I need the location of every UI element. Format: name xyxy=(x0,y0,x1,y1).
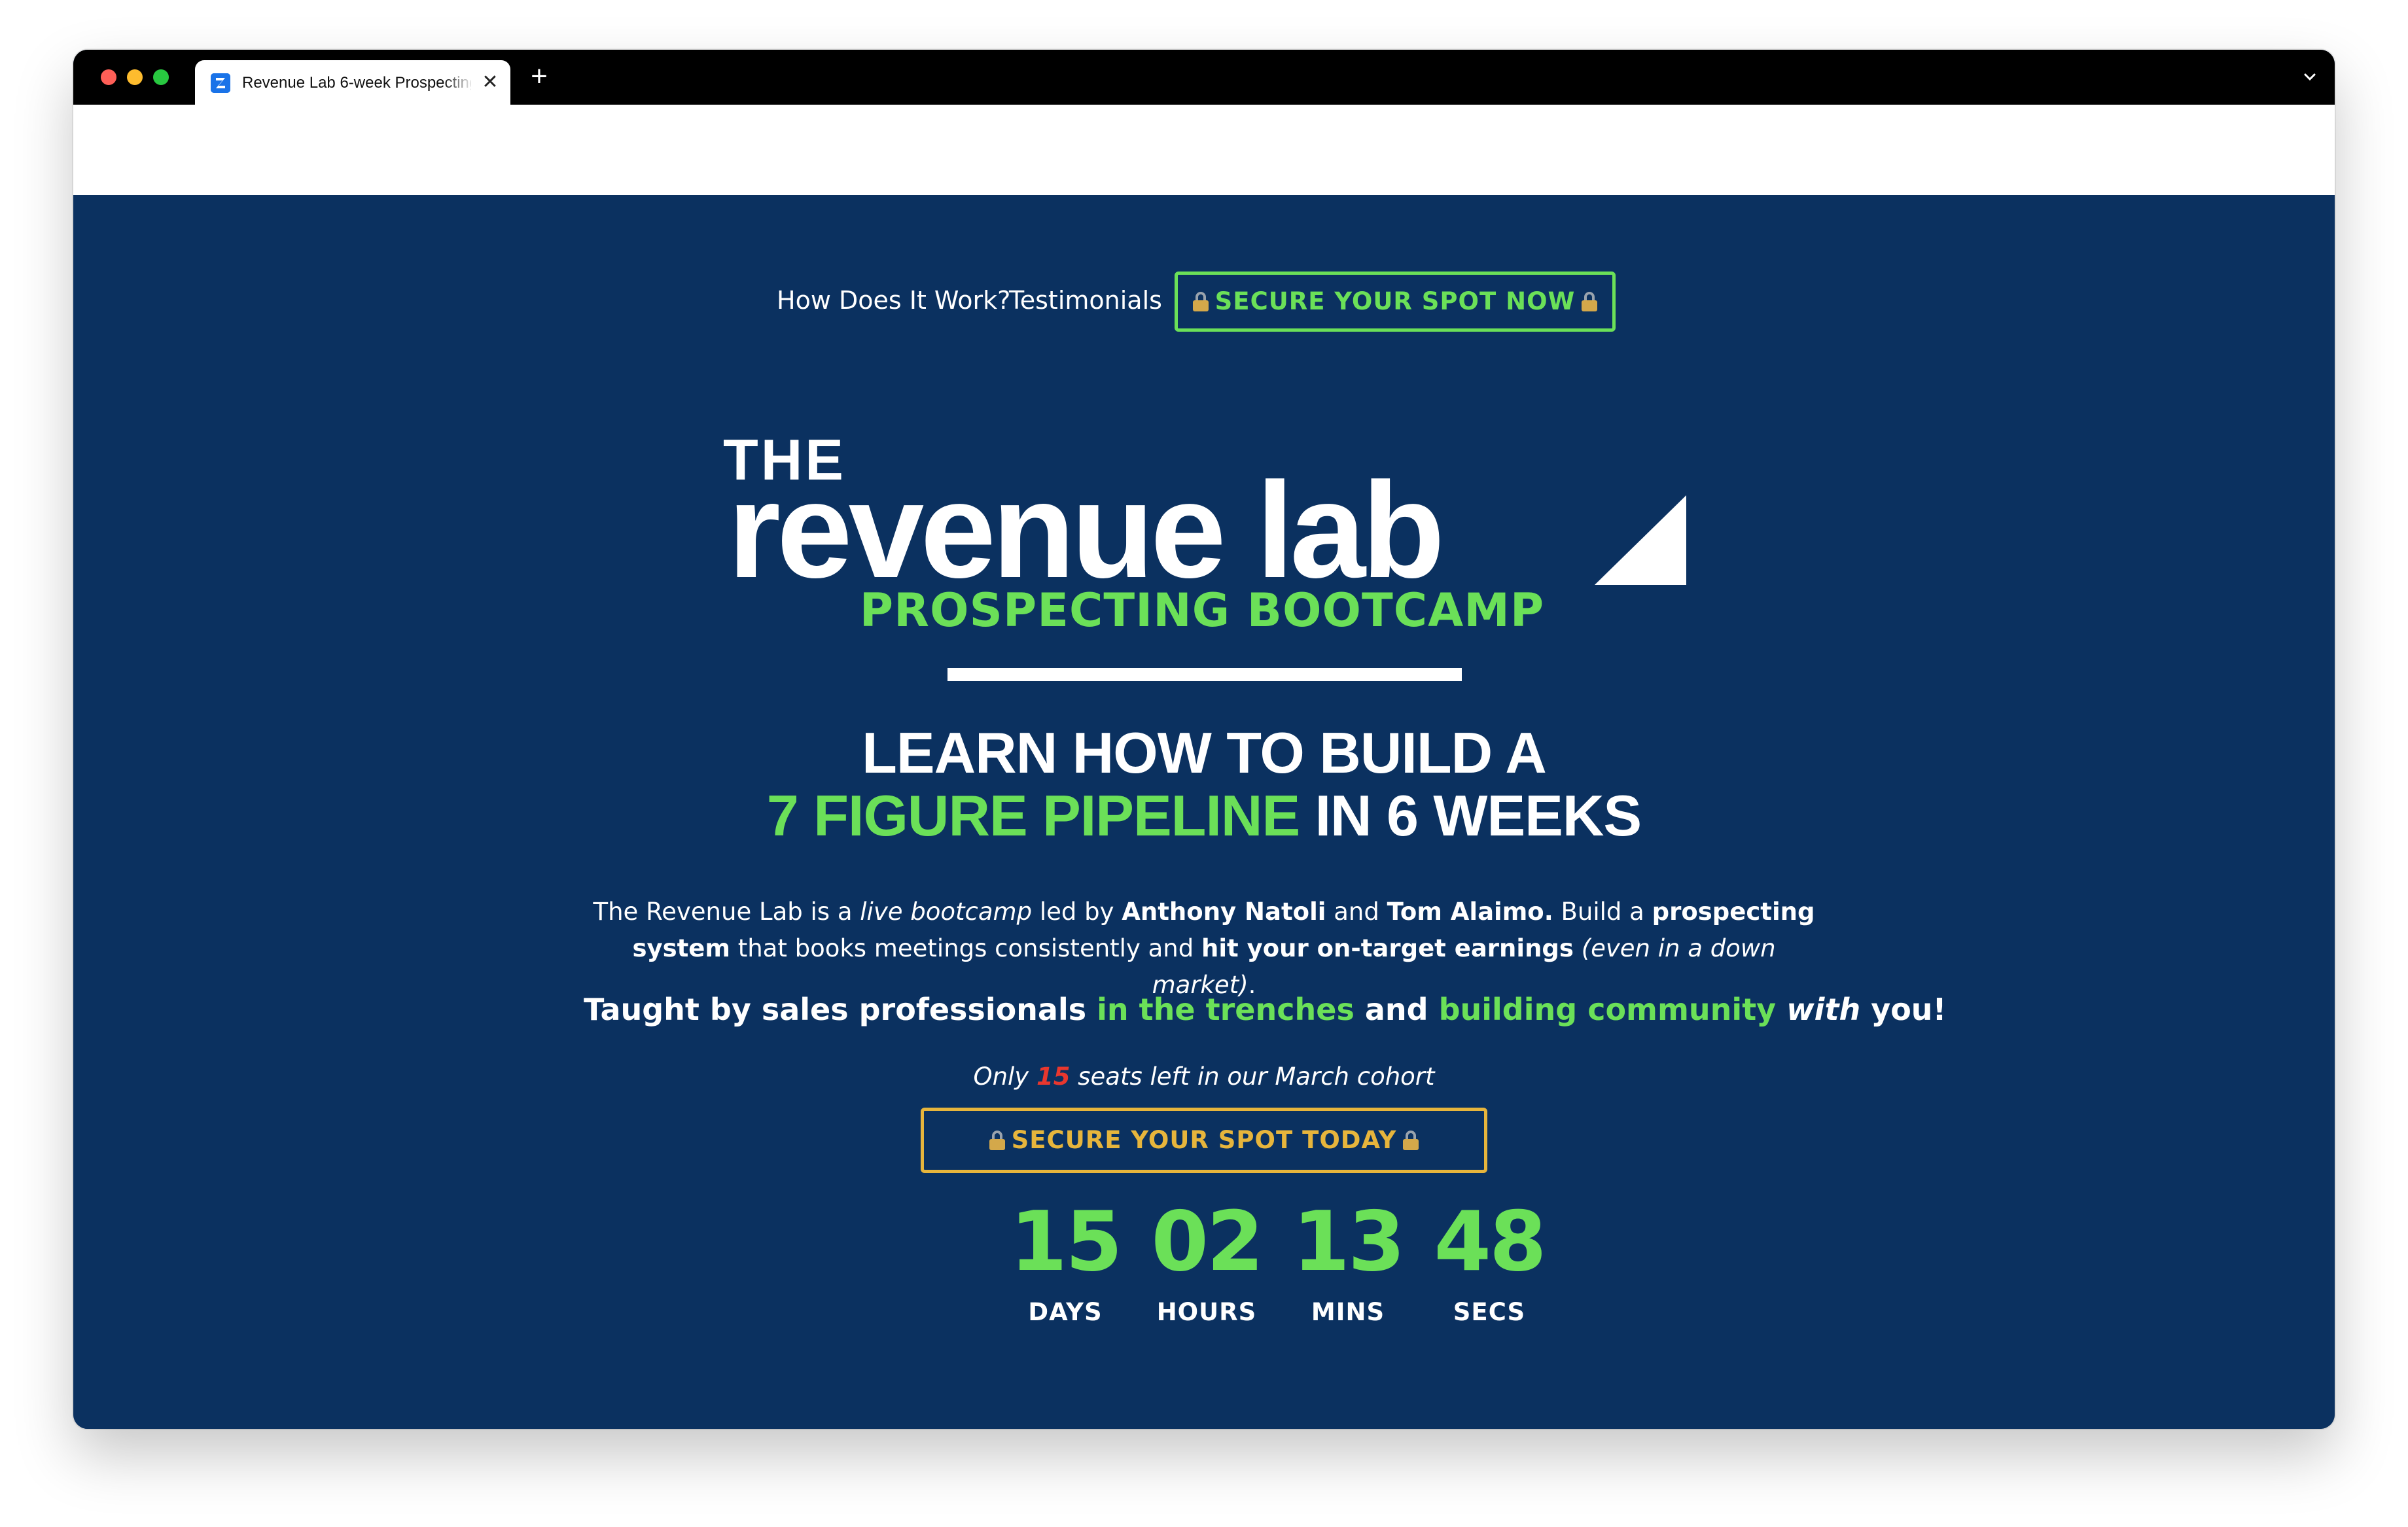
close-window-button[interactable] xyxy=(101,69,116,85)
divider xyxy=(947,668,1462,681)
tab-title: Revenue Lab 6-week Prospecting Bootcamp xyxy=(242,74,471,92)
desc-text: and xyxy=(1326,898,1387,926)
desc-bold: Anthony Natoli xyxy=(1122,898,1326,926)
toolbar-area xyxy=(73,105,2335,196)
secure-spot-today-button[interactable]: SECURE YOUR SPOT TODAY xyxy=(921,1108,1487,1173)
minimize-window-button[interactable] xyxy=(127,69,143,85)
lock-icon xyxy=(1582,292,1598,311)
favicon-icon xyxy=(211,73,230,93)
lock-icon xyxy=(989,1131,1005,1150)
taught-by-line: Taught by sales professionals in the tre… xyxy=(584,989,1947,1030)
countdown-days-label: DAYS xyxy=(1028,1298,1103,1326)
active-tab[interactable]: Revenue Lab 6-week Prospecting Bootcamp … xyxy=(195,60,510,105)
taught-highlight: building community xyxy=(1438,992,1777,1027)
tab-bar: Revenue Lab 6-week Prospecting Bootcamp … xyxy=(73,50,2335,105)
logo-subtitle: PROSPECTING BOOTCAMP xyxy=(859,584,1545,637)
seats-left-notice: Only 15 seats left in our March cohort xyxy=(877,1061,1531,1093)
taught-italic: with xyxy=(1786,992,1861,1027)
desc-text: that books meetings consistently and xyxy=(730,934,1201,962)
tab-title-fade xyxy=(444,69,474,96)
countdown-secs-value: 48 xyxy=(1434,1193,1546,1290)
tab-list-chevron-icon[interactable] xyxy=(2298,65,2322,89)
desc-text: led by xyxy=(1032,898,1122,926)
close-tab-icon[interactable]: ✕ xyxy=(479,71,501,94)
countdown-mins-label: MINS xyxy=(1311,1298,1385,1326)
countdown-hours: 02 HOURS xyxy=(1141,1199,1272,1350)
lock-icon xyxy=(1403,1131,1419,1150)
countdown-days-value: 15 xyxy=(1010,1193,1122,1290)
seats-text: Only xyxy=(973,1062,1036,1091)
countdown-hours-label: HOURS xyxy=(1156,1298,1257,1326)
taught-highlight: in the trenches xyxy=(1097,992,1354,1027)
desc-italic: live bootcamp xyxy=(860,898,1033,926)
taught-text: you! xyxy=(1860,992,1947,1027)
taught-text xyxy=(1776,992,1786,1027)
countdown-mins-value: 13 xyxy=(1292,1193,1405,1290)
desc-text xyxy=(1574,934,1582,962)
taught-text: Taught by sales professionals xyxy=(584,992,1097,1027)
countdown-mins: 13 MINS xyxy=(1283,1199,1413,1350)
desc-bold: Tom Alaimo. xyxy=(1387,898,1553,926)
seats-text: seats left in our March cohort xyxy=(1070,1062,1435,1091)
headline-highlight: 7 FIGURE PIPELINE xyxy=(766,783,1300,848)
secure-spot-now-label: SECURE YOUR SPOT NOW xyxy=(1214,287,1576,315)
secure-spot-today-label: SECURE YOUR SPOT TODAY xyxy=(1011,1126,1397,1154)
maximize-window-button[interactable] xyxy=(153,69,169,85)
countdown-secs-label: SECS xyxy=(1453,1298,1526,1326)
taught-text: and xyxy=(1354,992,1439,1027)
browser-window: Revenue Lab 6-week Prospecting Bootcamp … xyxy=(73,50,2335,1429)
desc-text: Build a xyxy=(1553,898,1652,926)
countdown-secs: 48 SECS xyxy=(1424,1199,1555,1350)
description: The Revenue Lab is a live bootcamp led b… xyxy=(584,894,1824,999)
desc-text: The Revenue Lab is a xyxy=(593,898,860,926)
new-tab-icon[interactable]: + xyxy=(525,62,554,92)
countdown-days: 15 DAYS xyxy=(1000,1199,1131,1350)
headline: LEARN HOW TO BUILD A 7 FIGURE PIPELINE I… xyxy=(728,722,1680,859)
logo-triangle-icon xyxy=(1595,495,1686,585)
nav-link-how-it-works[interactable]: How Does It Work? xyxy=(777,284,1038,317)
countdown-hours-value: 02 xyxy=(1151,1193,1264,1290)
seats-count: 15 xyxy=(1036,1062,1071,1091)
headline-line-2-rest: IN 6 WEEKS xyxy=(1300,783,1642,848)
lock-icon xyxy=(1192,292,1209,311)
secure-spot-now-button[interactable]: SECURE YOUR SPOT NOW xyxy=(1175,272,1616,332)
desc-bold: hit your on-target earnings xyxy=(1201,934,1574,962)
logo-wordmark: revenue lab xyxy=(728,455,1445,606)
headline-line-1: LEARN HOW TO BUILD A xyxy=(862,720,1547,785)
hero-section: How Does It Work? Testimonials SECURE YO… xyxy=(73,195,2335,1429)
